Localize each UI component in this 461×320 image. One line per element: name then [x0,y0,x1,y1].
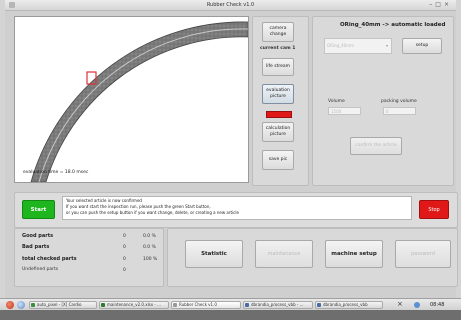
packing-volume-field[interactable]: 0 [383,107,416,115]
undefined-parts-count: 0 [123,268,126,273]
volume-field[interactable]: 1500 [328,107,361,115]
status-indicator-red [266,111,292,118]
screen-bottom-edge [0,310,461,320]
window-title: Rubber Check v1.0 [206,2,255,8]
taskbar-item-4[interactable]: dbrandia_process_vbb - ... [243,301,313,309]
oring-image [30,21,248,182]
clock[interactable]: 08:48 [430,302,444,308]
taskbar-item-5-label: dbrandia_process_vbb [323,302,368,307]
window-icon [245,303,249,307]
bad-parts-percent: 0.0 % [143,245,156,250]
good-parts-percent: 0.0 % [143,234,156,239]
chevron-down-icon: ▾ [385,43,388,48]
evaluation-time: evaluation time = 18.0 msec [23,170,89,175]
app-window: Rubber Check v1.0 –□× evaluation time = … [5,0,458,298]
taskbar-item-3-label: Rubber Check v1.0 [179,302,217,307]
message-box: Your selected article is now confirmed I… [62,196,412,220]
close-icon[interactable]: × [397,300,403,308]
save-pic-button[interactable]: save pic [262,150,294,170]
volume-label: Volume [328,99,345,104]
current-cam-label: current cam 1 [260,46,296,51]
setup-button[interactable]: setup [402,38,442,54]
machine-setup-button[interactable]: machine setup [325,240,383,268]
message-line-3: or you can push the setup button if you … [66,210,239,215]
taskbar-item-2[interactable]: maintenance_v2.0.xlsx - ... [99,301,169,309]
taskbar-item-1[interactable]: auto_pixel - [X] Cardio [29,301,97,309]
title-bar: Rubber Check v1.0 –□× [5,0,456,11]
stop-button[interactable]: Stop [419,200,449,219]
maintenance-button[interactable]: maintenance [255,240,313,268]
window-icon [173,303,177,307]
window-icon [317,303,321,307]
password-button[interactable]: password [395,240,451,268]
window-icon [31,303,35,307]
confirm-article-button[interactable]: confirm the article [350,137,402,155]
article-title: ORing_40mm -> automatic loaded [340,22,446,28]
good-parts-label: Good parts [22,233,54,239]
total-parts-count: 0 [123,257,126,262]
bad-parts-label: Bad parts [22,244,50,250]
file-manager-icon[interactable] [17,301,25,309]
start-button[interactable]: Start [22,200,55,219]
taskbar-item-4-label: dbrandia_process_vbb - ... [251,302,304,307]
life-stream-button[interactable]: life stream [262,58,294,76]
camera-change-button[interactable]: camera change [262,22,294,42]
taskbar-item-2-label: maintenance_v2.0.xlsx - ... [107,302,161,307]
good-parts-count: 0 [123,234,126,239]
window-controls[interactable]: –□× [429,1,452,8]
undefined-parts-label: Undefined parts [22,267,59,272]
total-parts-percent: 100 % [143,257,158,262]
evaluation-picture-button[interactable]: evaluation picture [262,84,294,104]
taskbar-item-3[interactable]: Rubber Check v1.0 [171,301,241,309]
network-icon[interactable] [414,302,420,308]
statistic-button[interactable]: Statistic [185,240,243,268]
oring-ring [30,21,248,182]
taskbar-item-1-label: auto_pixel - [X] Cardio [37,302,82,307]
taskbar-item-5[interactable]: dbrandia_process_vbb [315,301,383,309]
calculation-picture-button[interactable]: calculation picture [262,122,294,142]
start-menu-icon[interactable] [6,301,14,309]
window-icon [101,303,105,307]
article-select[interactable]: ORing_40mm ▾ [324,38,392,54]
article-select-value: ORing_40mm [327,43,354,48]
packing-volume-label: packing volume [381,99,417,104]
image-view: evaluation time = 18.0 msec [14,16,249,183]
bad-parts-count: 0 [123,245,126,250]
total-parts-label: total checked parts [22,256,77,262]
